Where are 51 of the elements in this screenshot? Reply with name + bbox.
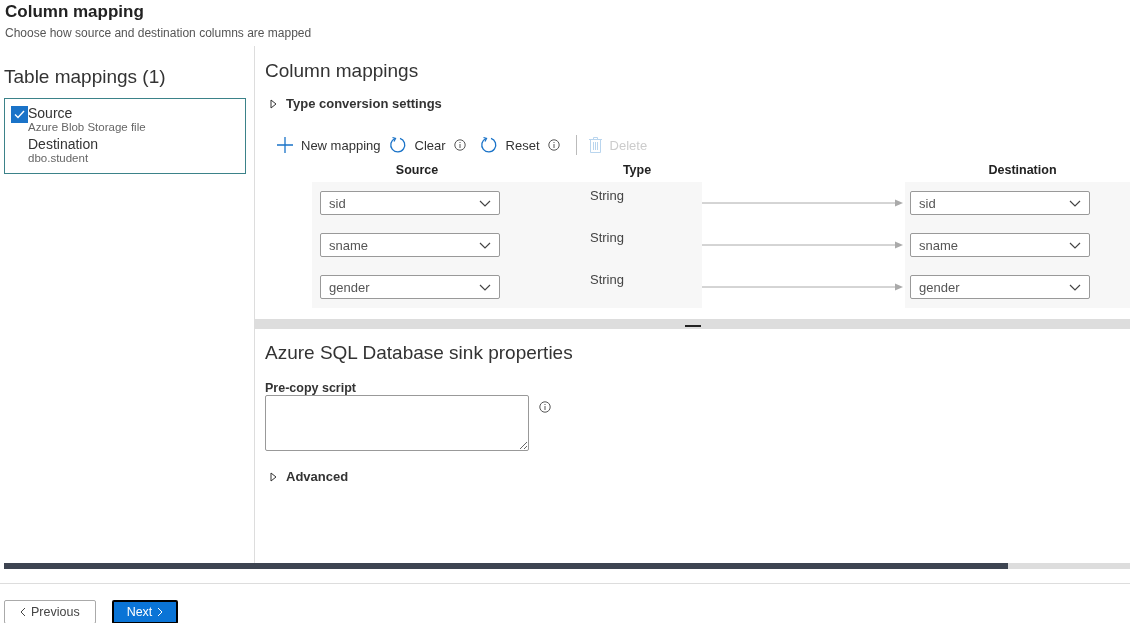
next-button[interactable]: Next [111, 600, 179, 623]
chevron-left-icon [20, 607, 26, 617]
check-icon [14, 110, 25, 119]
destination-label: Destination [28, 136, 100, 152]
destination-dropdown[interactable]: gender [910, 275, 1090, 299]
source-label: Source [28, 105, 74, 121]
advanced-toggle[interactable]: Advanced [270, 469, 349, 484]
chevron-down-icon [1069, 283, 1081, 291]
plus-icon [277, 137, 293, 153]
destination-name: dbo.student [28, 152, 90, 164]
chevron-down-icon [479, 241, 491, 249]
column-header: Type [621, 163, 653, 177]
previous-button[interactable]: Previous [4, 600, 96, 623]
refresh-icon [388, 136, 407, 154]
destination-dropdown[interactable]: sid [910, 191, 1090, 215]
column-header: Destination [987, 163, 1058, 177]
field-label: Pre-copy script [265, 381, 357, 395]
source-dropdown[interactable]: gender [320, 275, 500, 299]
refresh-button[interactable]: Reset [479, 136, 548, 154]
refresh-icon [479, 136, 498, 154]
add-button[interactable]: New mapping [277, 137, 389, 153]
chevron-down-icon [479, 199, 491, 207]
destination-dropdown[interactable]: sname [910, 233, 1090, 257]
section-title: Azure SQL Database sink properties [265, 342, 574, 364]
chevron-down-icon [1069, 199, 1081, 207]
section-title: Column mappings [265, 60, 420, 82]
checkbox[interactable] [11, 106, 28, 123]
info-icon[interactable] [547, 139, 560, 151]
expand-icon [270, 471, 277, 482]
type-cell-text: String [590, 187, 624, 203]
chevron-right-icon [157, 607, 164, 617]
pre-copy-script-field[interactable] [265, 395, 529, 451]
column-header: Source [394, 163, 440, 177]
type-conversion-toggle[interactable]: Type conversion settings [270, 96, 442, 111]
scrollbar-thumb[interactable] [4, 563, 1008, 569]
info-icon[interactable] [453, 139, 466, 151]
page-title: Column mapping [5, 2, 145, 22]
expand-icon [270, 98, 277, 109]
section-title: Table mappings (1) [4, 66, 167, 88]
chevron-down-icon [479, 283, 491, 291]
type-cell-text: String [590, 271, 624, 287]
source-dropdown[interactable]: sname [320, 233, 500, 257]
table-mapping-item[interactable]: Source Azure Blob Storage file Destination dbo.student [4, 98, 246, 174]
source-name: Azure Blob Storage file [28, 121, 146, 133]
type-cell-text: String [590, 229, 624, 245]
chevron-down-icon [1069, 241, 1081, 249]
info-icon[interactable] [539, 401, 551, 413]
refresh-button[interactable]: Clear [388, 136, 454, 154]
trash-icon [588, 137, 602, 153]
page-subtitle: Choose how source and destination columns are mapped [5, 26, 313, 40]
source-dropdown[interactable]: sid [320, 191, 500, 215]
